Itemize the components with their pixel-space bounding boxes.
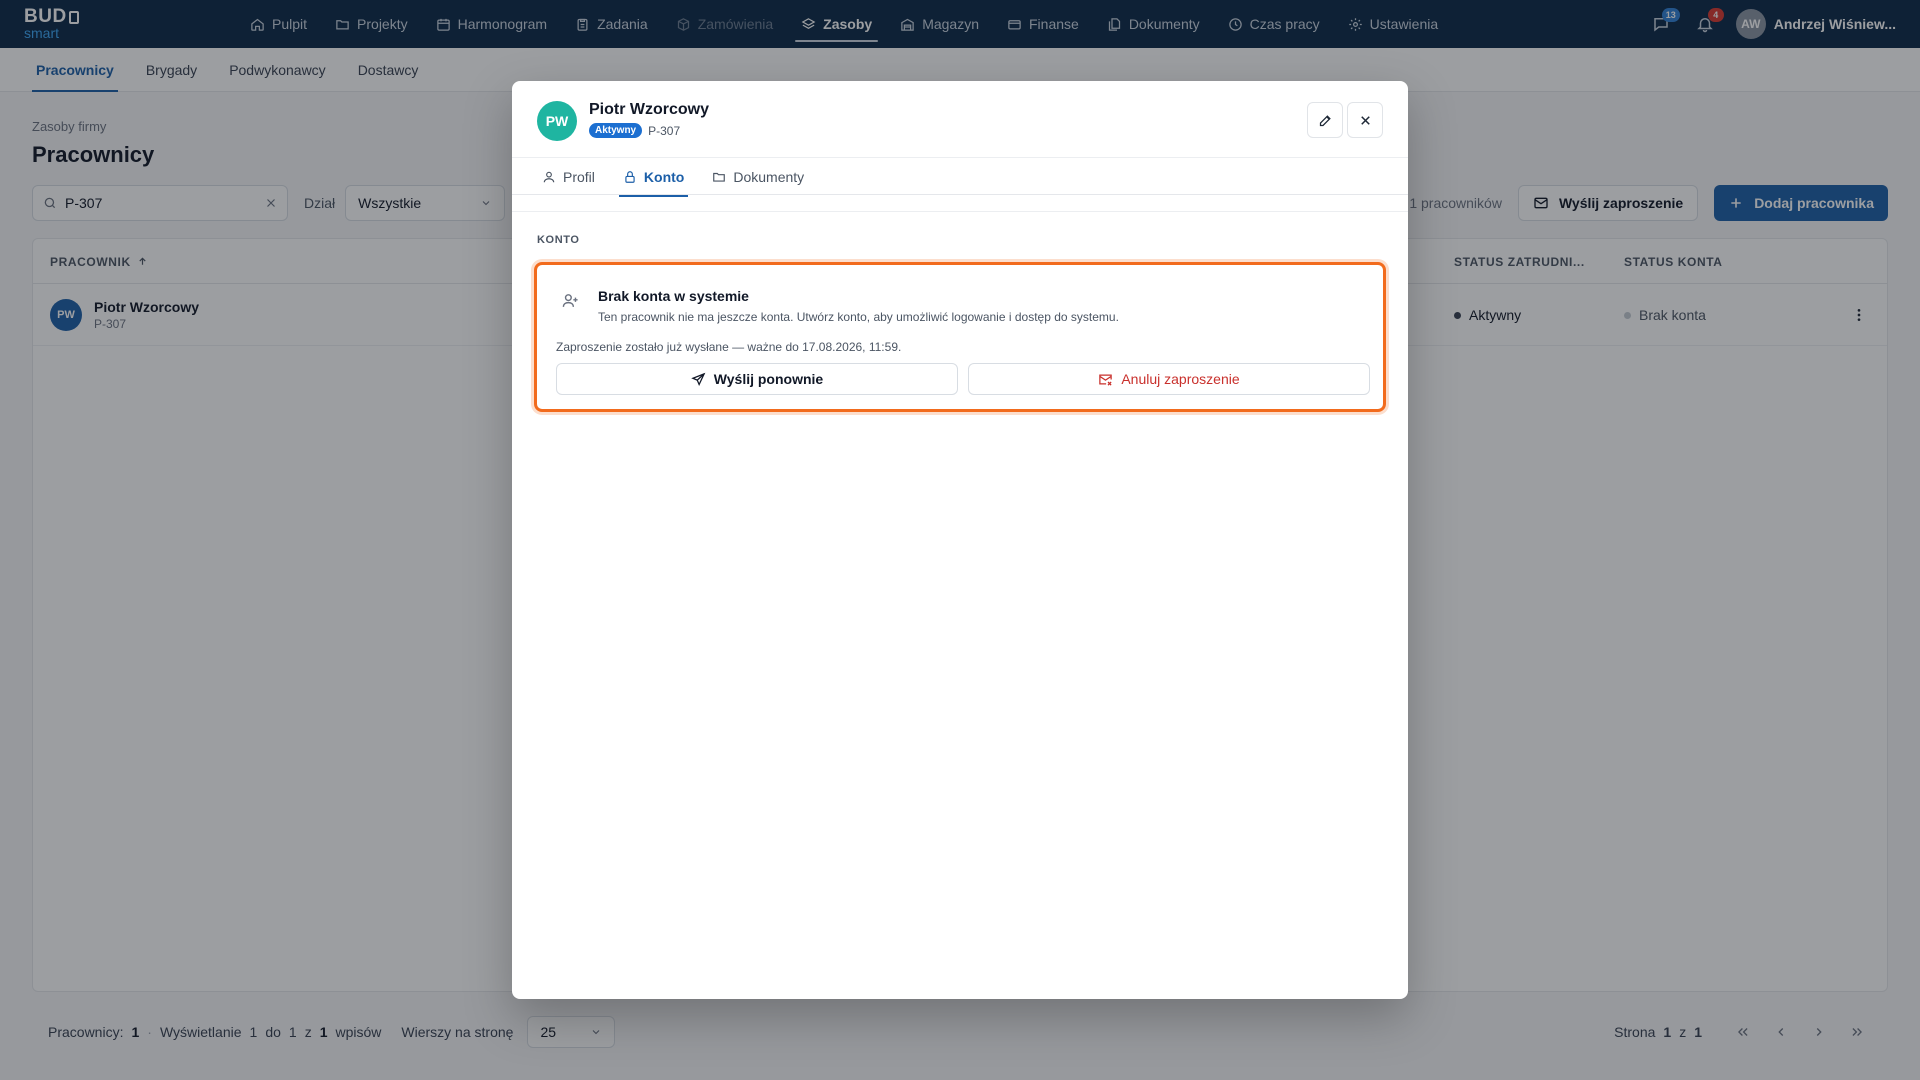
modal-tabs: Profil Konto Dokumenty bbox=[512, 157, 1408, 197]
lock-icon bbox=[625, 171, 635, 183]
tab-profil[interactable]: Profil bbox=[538, 158, 599, 196]
modal-employee-name: Piotr Wzorcowy bbox=[589, 101, 710, 118]
pencil-icon bbox=[1319, 114, 1331, 126]
modal-header: PW Piotr Wzorcowy Aktywny P-307 bbox=[512, 81, 1408, 157]
tab-konto[interactable]: Konto bbox=[618, 158, 689, 197]
mail-x-icon bbox=[1099, 374, 1113, 386]
resend-invite-button[interactable]: Wyślij ponownie bbox=[556, 363, 958, 395]
close-icon bbox=[1360, 115, 1370, 125]
modal-body: KONTO Brak konta w systemie Ten pracowni… bbox=[512, 211, 1408, 999]
edit-button[interactable] bbox=[1307, 102, 1343, 138]
send-icon bbox=[691, 372, 706, 386]
invite-note: Zaproszenie zostało już wysłane — ważne … bbox=[556, 340, 902, 354]
user-icon bbox=[543, 171, 555, 183]
user-plus-icon bbox=[562, 294, 578, 307]
account-card: Brak konta w systemie Ten pracownik nie … bbox=[534, 262, 1386, 412]
section-title: KONTO bbox=[537, 234, 580, 246]
avatar: PW bbox=[537, 101, 577, 141]
employee-modal: PW Piotr Wzorcowy Aktywny P-307 Profil K… bbox=[512, 81, 1408, 999]
tab-dokumenty[interactable]: Dokumenty bbox=[708, 158, 808, 196]
modal-meta: Aktywny P-307 bbox=[589, 123, 680, 138]
account-title: Brak konta w systemie bbox=[598, 288, 749, 304]
folder-icon bbox=[713, 172, 726, 182]
employee-code: P-307 bbox=[648, 123, 681, 138]
cancel-invite-button[interactable]: Anuluj zaproszenie bbox=[968, 363, 1370, 395]
status-badge: Aktywny bbox=[589, 123, 643, 138]
close-button[interactable] bbox=[1347, 102, 1383, 138]
account-description: Ten pracownik nie ma jeszcze konta. Utwó… bbox=[598, 310, 1119, 324]
